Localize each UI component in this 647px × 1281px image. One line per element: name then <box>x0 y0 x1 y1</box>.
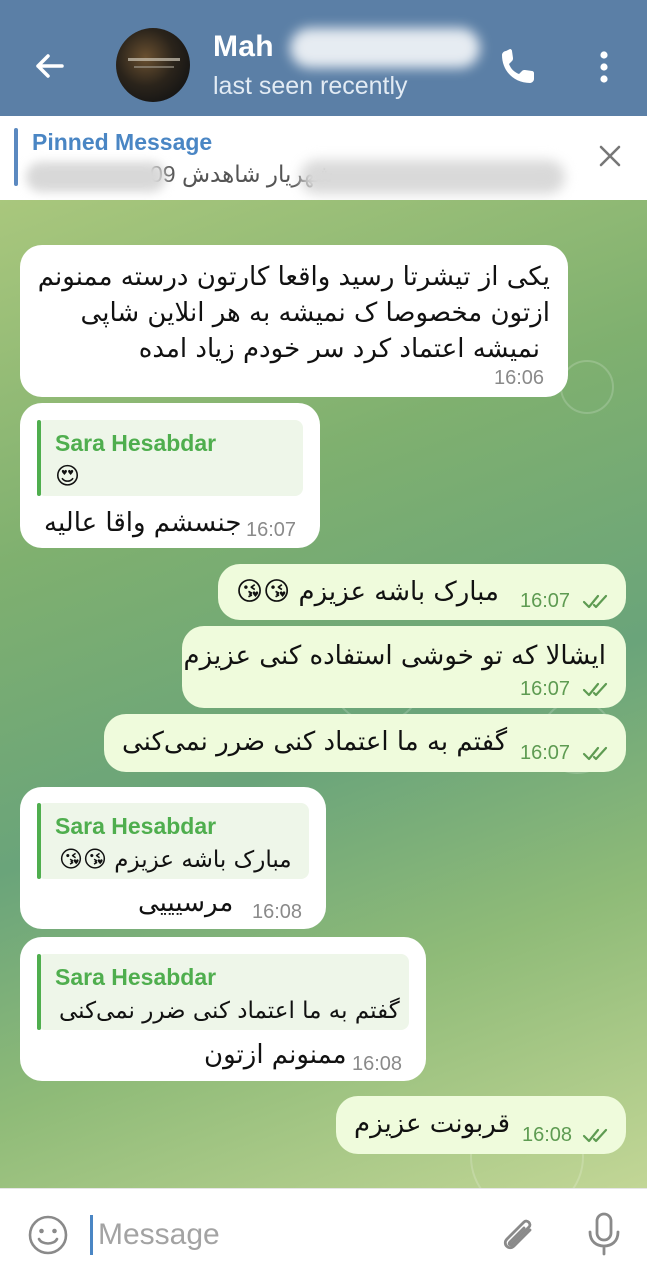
double-check-icon <box>582 746 608 761</box>
reply-text: گفتم به ما اعتماد کنی ضرر نمی‌کنی <box>59 998 400 1024</box>
message-time: 16:08 <box>252 901 303 923</box>
pinned-accent-bar <box>14 128 18 186</box>
message-text: مرسیییی <box>138 888 234 918</box>
message-time: 16:06 <box>494 367 545 389</box>
back-arrow-icon[interactable] <box>28 44 72 88</box>
message-text: ممنونم ازتون <box>204 1040 347 1070</box>
message-input[interactable] <box>96 1210 480 1260</box>
message-text: یکی از تیشرتا رسید واقعا کارتون درسته مم… <box>37 262 550 292</box>
redaction-blur <box>300 160 565 194</box>
pinned-title: Pinned Message <box>32 129 213 155</box>
message-time: 16:07 <box>520 678 571 700</box>
message-text: ازتون مخصوصا ک نمیشه به هر انلاین شاپی <box>80 298 550 328</box>
message-bubble-outgoing[interactable]: ایشالا که تو خوشی استفاده کنی عزیزم 16:0… <box>182 626 626 708</box>
message-text: گفتم به ما اعتماد کنی ضرر نمی‌کنی <box>122 727 508 757</box>
message-text: جنسشم واقا عالیه <box>44 508 242 538</box>
redaction-blur <box>26 162 166 192</box>
chat-header: Mah last seen recently <box>0 0 647 116</box>
message-bubble-incoming[interactable]: یکی از تیشرتا رسید واقعا کارتون درسته مم… <box>20 245 568 397</box>
reply-sender-name: Sara Hesabdar <box>55 430 217 456</box>
close-icon[interactable] <box>596 142 624 170</box>
message-time: 16:08 <box>522 1124 573 1146</box>
message-bubble-outgoing[interactable]: مبارک باشه عزیزم 😘😘 16:07 <box>218 564 626 620</box>
reply-quote[interactable]: Sara Hesabdar مبارک باشه عزیزم 😘😘 <box>37 803 309 879</box>
message-text: قربونت عزیزم <box>354 1109 511 1139</box>
message-bubble-incoming[interactable]: Sara Hesabdar مبارک باشه عزیزم 😘😘 مرسییی… <box>20 787 326 929</box>
emoji-icon[interactable] <box>26 1213 70 1257</box>
message-bubble-outgoing[interactable]: قربونت عزیزم 16:08 <box>336 1096 626 1154</box>
chat-title[interactable]: Mah <box>213 30 274 64</box>
double-check-icon <box>582 594 608 609</box>
double-check-icon <box>582 1128 608 1143</box>
pinned-message-bar[interactable]: Pinned Message شهریار شاهدش 09 <box>0 116 647 201</box>
redaction-blur <box>290 28 480 68</box>
avatar[interactable] <box>116 28 190 102</box>
message-time: 16:07 <box>246 519 297 541</box>
message-text: مبارک باشه عزیزم 😘😘 <box>236 577 499 607</box>
reply-sender-name: Sara Hesabdar <box>55 813 217 839</box>
message-bubble-incoming[interactable]: Sara Hesabdar 😍 جنسشم واقا عالیه 16:07 <box>20 403 320 548</box>
phone-icon[interactable] <box>496 45 540 89</box>
message-bubble-outgoing[interactable]: گفتم به ما اعتماد کنی ضرر نمی‌کنی 16:07 <box>104 714 626 772</box>
more-vertical-icon[interactable] <box>586 45 622 89</box>
message-time: 16:07 <box>520 590 571 612</box>
message-time: 16:08 <box>352 1053 403 1075</box>
message-bubble-incoming[interactable]: Sara Hesabdar گفتم به ما اعتماد کنی ضرر … <box>20 937 426 1081</box>
reply-sender-name: Sara Hesabdar <box>55 964 217 990</box>
last-seen-status: last seen recently <box>213 72 408 100</box>
text-cursor <box>90 1215 93 1255</box>
message-text: نمیشه اعتماد کرد سر خودم زیاد امده <box>138 334 540 364</box>
double-check-icon <box>582 682 608 697</box>
microphone-icon[interactable] <box>584 1210 624 1258</box>
message-time: 16:07 <box>520 742 571 764</box>
reply-quote[interactable]: Sara Hesabdar گفتم به ما اعتماد کنی ضرر … <box>37 954 409 1030</box>
reply-text: 😍 <box>55 462 81 490</box>
reply-quote[interactable]: Sara Hesabdar 😍 <box>37 420 303 496</box>
paperclip-icon[interactable] <box>494 1210 542 1258</box>
reply-text: مبارک باشه عزیزم 😘😘 <box>59 847 292 873</box>
message-text: ایشالا که تو خوشی استفاده کنی عزیزم <box>183 641 607 671</box>
